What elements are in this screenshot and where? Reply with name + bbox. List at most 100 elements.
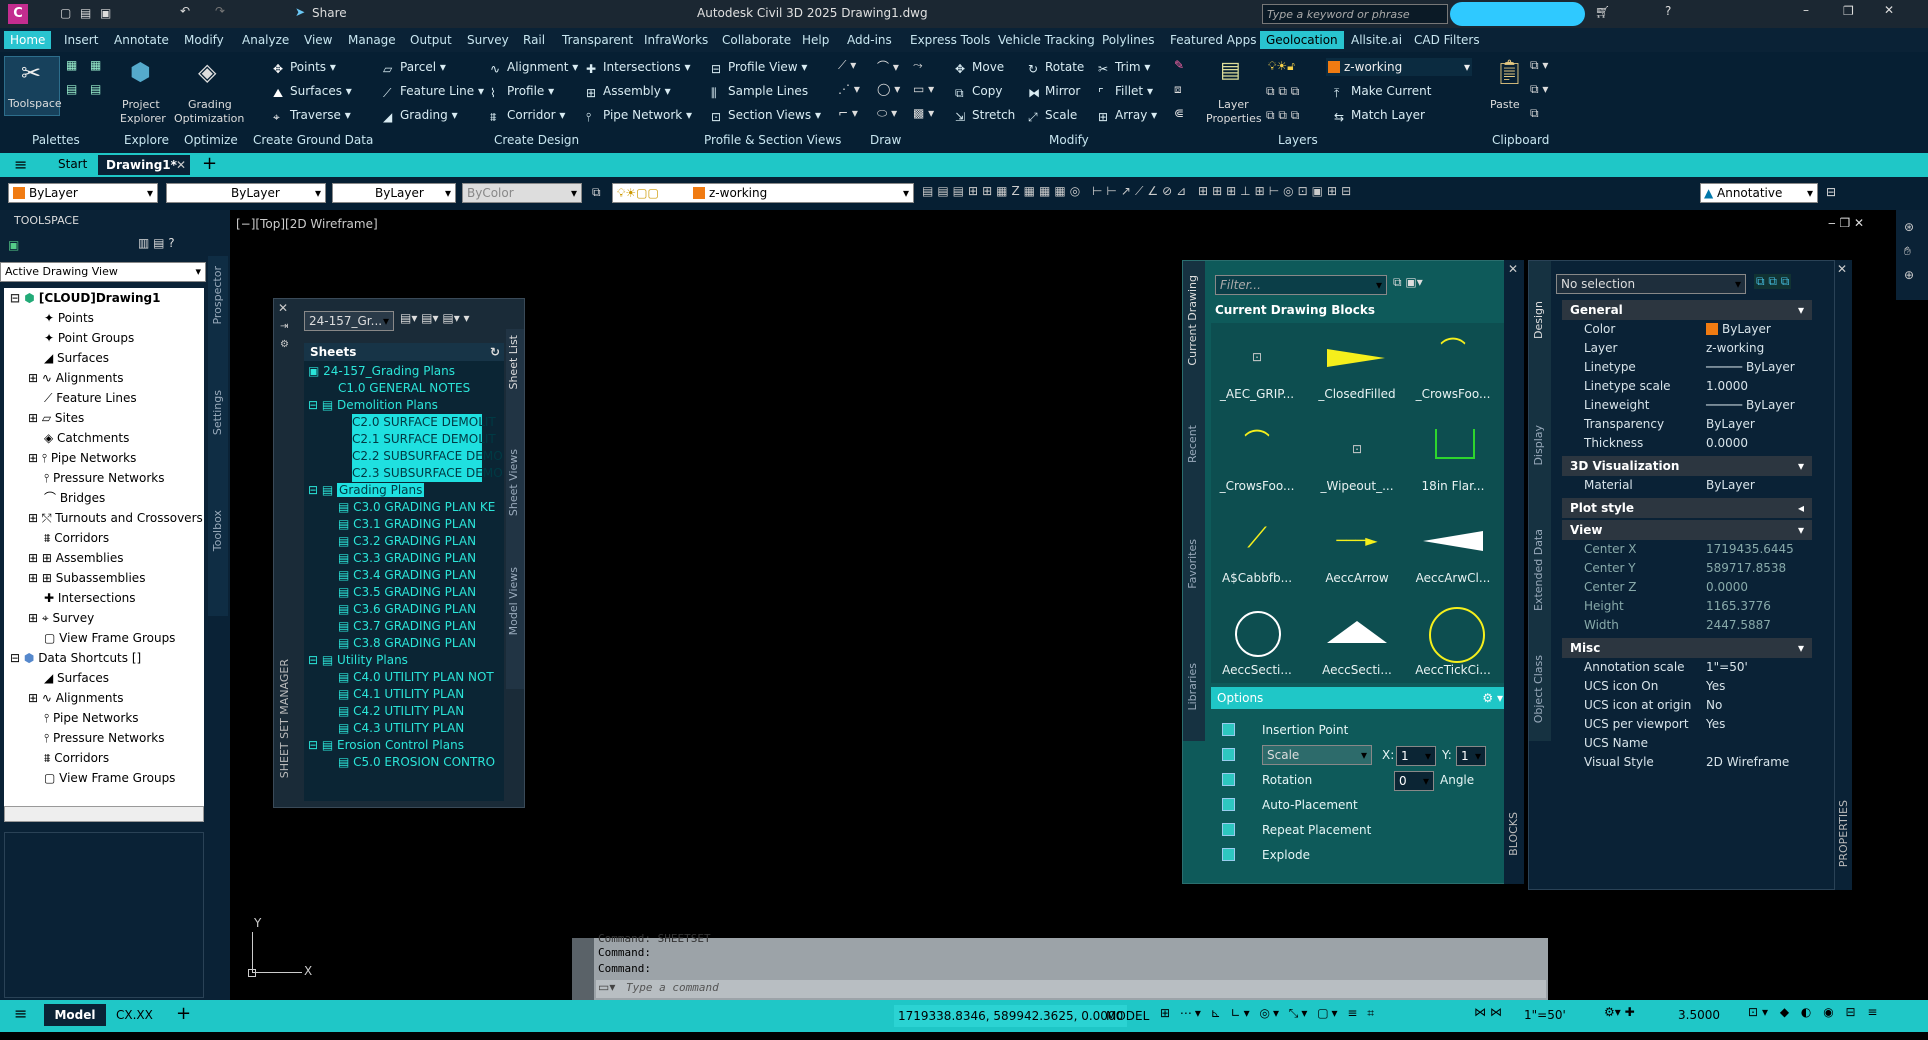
block-item[interactable]: AeccTickCi...: [1407, 603, 1499, 677]
section-3d-visualization[interactable]: 3D Visualization ▾: [1562, 456, 1812, 476]
section-plot-style[interactable]: Plot style ◂: [1562, 498, 1812, 518]
scale-x-input[interactable]: 1: [1396, 746, 1436, 766]
erase-icon[interactable]: ✎: [1174, 58, 1184, 72]
tree-surfaces[interactable]: ◢ Surfaces: [44, 348, 109, 368]
cut-icon[interactable]: ⧉ ▾: [1530, 82, 1548, 97]
palette-icon-1[interactable]: ▦: [66, 58, 77, 72]
ssm-close-icon[interactable]: ✕: [278, 301, 288, 315]
section-view[interactable]: View ▾: [1562, 520, 1812, 540]
scale-button[interactable]: ⤢ Scale: [1028, 108, 1077, 124]
prop-row[interactable]: Center X 1719435.6445: [1564, 540, 1810, 559]
sheet-row[interactable]: ▤ C3.6 GRADING PLAN: [338, 601, 476, 618]
tab-insert[interactable]: Insert: [58, 31, 104, 49]
tab-output[interactable]: Output: [404, 31, 458, 49]
rotate-button[interactable]: ↻ Rotate: [1028, 60, 1084, 76]
close-button[interactable]: ✕: [1884, 3, 1894, 17]
tab-survey[interactable]: Survey: [461, 31, 515, 49]
tab-vehicle-tracking[interactable]: Vehicle Tracking: [992, 31, 1101, 49]
rectangle-icon[interactable]: ▭ ▾: [913, 82, 934, 96]
block-item[interactable]: ⌒ _CrowsFoo...: [1407, 327, 1499, 401]
sheet-row[interactable]: ▤ C3.8 GRADING PLAN: [338, 635, 476, 652]
tab-infraworks[interactable]: InfraWorks: [638, 31, 714, 49]
prop-row[interactable]: Linetype scale 1.0000: [1564, 377, 1810, 396]
share-button[interactable]: Share: [312, 6, 347, 20]
sheet-row[interactable]: C2.3 SUBSURFACE DEMO: [352, 465, 503, 482]
tree-ds-corridors[interactable]: ⩩ Corridors: [44, 748, 109, 768]
prop-row[interactable]: Annotation scale 1"=50': [1564, 658, 1810, 677]
prop-row[interactable]: Width 2447.5887: [1564, 616, 1810, 635]
tab-analyze[interactable]: Analyze: [236, 31, 295, 49]
tab-display[interactable]: Display: [1532, 425, 1545, 466]
ssm-autohide-icon[interactable]: ⇥: [280, 321, 288, 332]
sheet-row[interactable]: ▤ C3.5 GRADING PLAN: [338, 584, 476, 601]
panel-layers[interactable]: Layers: [1278, 133, 1318, 147]
palette-icon-2[interactable]: ▦: [90, 58, 101, 72]
tree-alignments[interactable]: ⊞ ∿ Alignments: [28, 368, 123, 388]
sample-lines-button[interactable]: ⫼ Sample Lines: [711, 84, 808, 100]
block-item[interactable]: ⟋ A$Cabbfb...: [1211, 511, 1303, 585]
annotative-dropdown[interactable]: ▲ Annotative: [1700, 183, 1818, 203]
block-item[interactable]: _ClosedFilled: [1311, 327, 1403, 401]
rotation-checkbox[interactable]: [1222, 773, 1235, 786]
prop-row[interactable]: Center Y 589717.8538: [1564, 559, 1810, 578]
tree-drawing1[interactable]: ⊟ ⬢ [CLOUD]Drawing1: [10, 288, 160, 308]
blocks-options-header[interactable]: Options ⚙ ▾: [1211, 687, 1511, 709]
insertion-point-checkbox[interactable]: [1222, 723, 1235, 736]
hatch-icon[interactable]: ▩ ▾: [913, 106, 934, 120]
tree-pipe-networks[interactable]: ⊞ ⫯ Pipe Networks: [28, 448, 136, 468]
prop-row[interactable]: Center Z 0.0000: [1564, 578, 1810, 597]
explode-icon[interactable]: ⧈: [1174, 82, 1182, 97]
tree-intersections[interactable]: ✚ Intersections: [44, 588, 136, 608]
tree-ds-surfaces[interactable]: ◢ Surfaces: [44, 668, 109, 688]
tree-catchments[interactable]: ◈ Catchments: [44, 428, 129, 448]
new-icon[interactable]: ▢: [60, 6, 71, 20]
trim-button[interactable]: ✂ Trim ▾: [1098, 60, 1150, 76]
tab-collaborate[interactable]: Collaborate: [716, 31, 797, 49]
tab-recent[interactable]: Recent: [1186, 425, 1199, 463]
subset-grading[interactable]: ⊟ ▤ Grading Plans: [308, 482, 425, 499]
command-input[interactable]: ▭▾ Type a command: [596, 980, 1546, 998]
sheet-row[interactable]: ▤ C4.0 UTILITY PLAN NOT: [338, 669, 494, 686]
sheet-row[interactable]: ▤ C3.0 GRADING PLAN KE: [338, 499, 495, 516]
prop-row[interactable]: Lineweight ───── ByLayer: [1564, 396, 1810, 415]
linetype-dropdown[interactable]: ByLayer: [166, 183, 326, 203]
tree-turnouts[interactable]: ⊞ ⤲ Turnouts and Crossovers: [28, 508, 203, 528]
xline-icon[interactable]: ⋰ ▾: [838, 82, 860, 96]
offset-icon[interactable]: ⋐: [1174, 106, 1184, 120]
block-item[interactable]: AeccSecti...: [1311, 603, 1403, 677]
profile-button[interactable]: ⌇ Profile ▾: [490, 84, 554, 100]
stretch-button[interactable]: ⇲ Stretch: [955, 108, 1015, 124]
tab-express-tools[interactable]: Express Tools: [904, 31, 996, 49]
zoom-icon[interactable]: ⊕: [1904, 268, 1914, 282]
tab-view[interactable]: View: [298, 31, 338, 49]
pipe-network-button[interactable]: ⫯ Pipe Network ▾: [586, 108, 692, 124]
user-account-badge[interactable]: [1450, 2, 1585, 26]
sheet-row[interactable]: C2.0 SURFACE DEMOLIT: [352, 414, 496, 431]
panel-create-ground-data[interactable]: Create Ground Data: [253, 133, 373, 147]
prop-row[interactable]: UCS icon at origin No: [1564, 696, 1810, 715]
tab-object-class[interactable]: Object Class: [1532, 655, 1545, 723]
profile-view-button[interactable]: ⊟ Profile View ▾: [711, 60, 807, 76]
tab-design[interactable]: Design: [1532, 301, 1545, 339]
toolspace-button[interactable]: ✂ Toolspace: [4, 56, 62, 116]
tab-favorites[interactable]: Favorites: [1186, 539, 1199, 589]
prop-row[interactable]: Transparency ByLayer: [1564, 415, 1810, 434]
panel-palettes[interactable]: Palettes: [32, 133, 80, 147]
lineweight-dropdown[interactable]: ByLayer: [332, 183, 456, 203]
tab-allsite[interactable]: Allsite.ai: [1345, 31, 1408, 49]
command-grip[interactable]: [572, 938, 594, 1000]
blocks-filter-input[interactable]: Filter...: [1215, 275, 1387, 295]
copy-clip-icon[interactable]: ⧉ ▾: [1530, 58, 1548, 73]
open-icon[interactable]: ▤: [80, 6, 91, 20]
edit-style-icon[interactable]: ⊟: [1826, 185, 1836, 199]
view-dropdown[interactable]: Active Drawing View: [0, 262, 206, 282]
blocks-close-icon[interactable]: ✕: [1508, 262, 1518, 276]
coordinates-readout[interactable]: 1719338.8346, 589942.3625, 0.0000: [894, 1005, 1128, 1027]
project-explorer-button[interactable]: ⬢ Project Explorer: [118, 58, 168, 130]
prop-row[interactable]: Visual Style 2D Wireframe: [1564, 753, 1810, 772]
sheet-set-root[interactable]: ▣ 24-157_Grading Plans: [308, 363, 455, 380]
match-props-icon[interactable]: ⧉: [1530, 106, 1539, 121]
assembly-button[interactable]: ⊞ Assembly ▾: [586, 84, 671, 100]
block-item[interactable]: ───► AeccArrow: [1311, 511, 1403, 585]
tab-geolocation[interactable]: Geolocation: [1260, 31, 1344, 49]
